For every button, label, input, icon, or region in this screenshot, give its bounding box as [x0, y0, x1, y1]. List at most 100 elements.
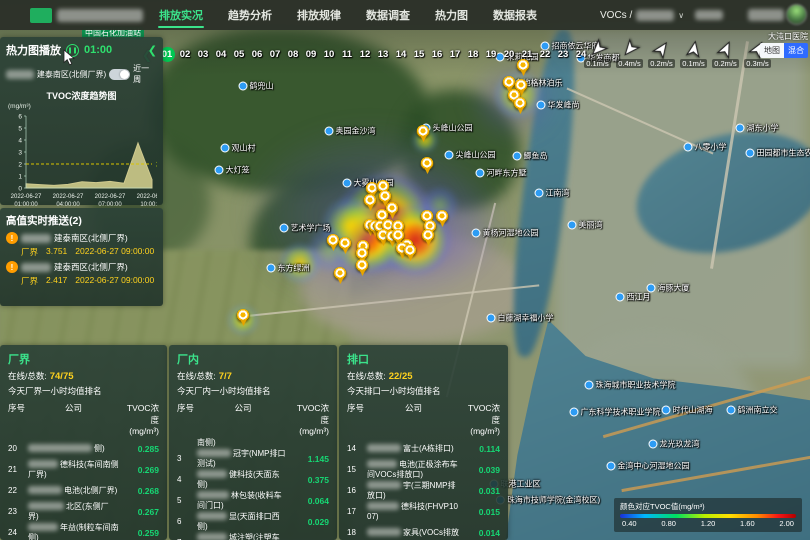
- map-marker[interactable]: [514, 97, 527, 110]
- ranking-panel-title: 排口: [347, 351, 500, 367]
- table-row[interactable]: 23北区(东侧厂界)0.267: [8, 501, 159, 522]
- timeline-hour-15[interactable]: 15: [410, 47, 428, 62]
- alert-item-1[interactable]: !建泰南区(北侧厂界)厂界3.7512022-06-27 09:00:00: [6, 232, 157, 258]
- timeline-hour-09[interactable]: 09: [302, 47, 320, 62]
- timeline-hour-20[interactable]: 20: [500, 47, 518, 62]
- trend-chart-title: TVOC浓度趋势图: [6, 89, 157, 102]
- header-username-redacted: [748, 9, 784, 21]
- avatar[interactable]: [786, 4, 807, 25]
- online-value: 74/75: [50, 371, 74, 382]
- table-row[interactable]: 14富士(A栋排口)0.114: [347, 438, 500, 459]
- timeline-hour-10[interactable]: 10: [320, 47, 338, 62]
- table-row[interactable]: 16宇(三期NMP排放口)0.031: [347, 480, 500, 501]
- timeline-hour-11[interactable]: 11: [338, 47, 356, 62]
- company-redacted: [367, 481, 401, 489]
- table-row[interactable]: 6显(天面排口西侧)0.029: [177, 511, 329, 532]
- table-row[interactable]: 24年益(制粒车间南侧)0.259: [8, 522, 159, 540]
- row-value: 0.015: [462, 507, 500, 517]
- row-no: 4: [177, 475, 197, 485]
- nav-item-4[interactable]: 数据调查: [365, 0, 411, 31]
- company-redacted: [28, 486, 62, 494]
- timeline-hour-18[interactable]: 18: [464, 47, 482, 62]
- table-row[interactable]: 18家具(VOCs排放0.014: [347, 522, 500, 540]
- poi-icon: [662, 406, 671, 415]
- row-value: 0.039: [462, 465, 500, 475]
- map-marker[interactable]: [417, 125, 430, 138]
- table-row[interactable]: 3冠宇(NMP排口测试)1.145: [177, 448, 329, 469]
- map-poi-label: 田园都市生态农庄: [746, 148, 810, 159]
- timeline-hour-21[interactable]: 21: [518, 47, 536, 62]
- timeline-hour-12[interactable]: 12: [356, 47, 374, 62]
- table-row[interactable]: 22电池(北侧厂界)0.268: [8, 480, 159, 501]
- app-logo-text-redacted: [57, 9, 143, 22]
- station-name-redacted: [6, 70, 34, 79]
- alert-item-2[interactable]: !建泰西区(北侧厂界)厂界2.4172022-06-27 09:00:00: [6, 261, 157, 287]
- map-marker[interactable]: [339, 237, 352, 250]
- map-poi-label: 湖东小学: [736, 123, 779, 134]
- map-marker[interactable]: [421, 157, 434, 170]
- table-row[interactable]: 17德科技(FHVP1007)0.015: [347, 501, 500, 522]
- online-label: 在线/总数:: [177, 371, 216, 381]
- nav-item-2[interactable]: 趋势分析: [227, 0, 273, 31]
- ranking-subtitle: 今天厂内一小时均值排名: [177, 385, 329, 397]
- wind-arrow-icon: [714, 37, 738, 61]
- col-header-value-unit: (mg/m³): [121, 426, 159, 436]
- map-marker[interactable]: [436, 210, 449, 223]
- map-marker[interactable]: [327, 234, 340, 247]
- row-company: 城注塑(注塑车间): [197, 533, 291, 540]
- map-marker[interactable]: [422, 229, 435, 242]
- timeline-hour-05[interactable]: 05: [230, 47, 248, 62]
- map-type-toggle: 大沌口医院 地图 混合: [760, 31, 808, 58]
- alert-detail-row: 厂界2.4172022-06-27 09:00:00: [21, 275, 157, 287]
- collapse-panel-icon[interactable]: ❮: [148, 44, 157, 57]
- map-marker[interactable]: [404, 244, 417, 257]
- timeline-hour-08[interactable]: 08: [284, 47, 302, 62]
- table-row[interactable]: 5林包装(收料车间门口)0.064: [177, 490, 329, 511]
- alert-value: 3.751: [46, 246, 67, 258]
- timeline-hour-07[interactable]: 07: [266, 47, 284, 62]
- range-toggle[interactable]: [109, 69, 130, 80]
- row-value: 0.064: [291, 496, 329, 506]
- nav-item-3[interactable]: 排放规律: [296, 0, 342, 31]
- table-row[interactable]: 15电池(正极涂布车间VOCs排放口)0.039: [347, 459, 500, 480]
- timeline-hour-22[interactable]: 22: [536, 47, 554, 62]
- row-value: 0.259: [121, 528, 159, 538]
- map-marker[interactable]: [379, 190, 392, 203]
- poi-text: 湖东小学: [747, 123, 779, 134]
- table-row[interactable]: 4健科技(天面东侧)0.375: [177, 469, 329, 490]
- timeline-hour-06[interactable]: 06: [248, 47, 266, 62]
- online-label: 在线/总数:: [347, 371, 386, 381]
- table-rows: 20侧)0.28521德科技(车间南侧厂界)0.26922电池(北侧厂界)0.2…: [8, 438, 159, 540]
- timeline-hour-04[interactable]: 04: [212, 47, 230, 62]
- map-marker[interactable]: [334, 267, 347, 280]
- table-row[interactable]: 21德科技(车间南侧厂界)0.269: [8, 459, 159, 480]
- timeline-hour-23[interactable]: 23: [554, 47, 572, 62]
- timeline-hour-03[interactable]: 03: [194, 47, 212, 62]
- timeline-hour-17[interactable]: 17: [446, 47, 464, 62]
- table-row[interactable]: 20侧)0.285: [8, 438, 159, 459]
- alerts-list: !建泰南区(北侧厂界)厂界3.7512022-06-27 09:00:00 !建泰…: [6, 232, 157, 287]
- nav-item-5[interactable]: 热力图: [434, 0, 469, 31]
- table-row[interactable]: 7城注塑(注塑车间)0.012: [177, 532, 329, 540]
- map-view-button[interactable]: 地图: [760, 43, 784, 58]
- timeline-hour-19[interactable]: 19: [482, 47, 500, 62]
- hybrid-view-button[interactable]: 混合: [784, 43, 808, 58]
- timeline-hour-14[interactable]: 14: [392, 47, 410, 62]
- vocs-value-redacted: [636, 10, 674, 21]
- timeline-hour-02[interactable]: 02: [176, 47, 194, 62]
- table-header: 序号公司TVOC浓度(mg/m³): [347, 402, 500, 436]
- map-marker[interactable]: [237, 309, 250, 322]
- color-legend: 颜色对应TVOC值(mg/m³) 0.400.801.201.602.00: [614, 498, 802, 532]
- map-marker[interactable]: [364, 194, 377, 207]
- timeline-hour-13[interactable]: 13: [374, 47, 392, 62]
- vocs-selector[interactable]: VOCs / ∨: [600, 0, 684, 30]
- nav-item-6[interactable]: 数据报表: [492, 0, 538, 31]
- poi-text: 珠海城市职业技术学院: [596, 380, 676, 391]
- row-no: 24: [8, 528, 28, 538]
- row-company: 德科技(车间南侧厂界): [28, 460, 121, 480]
- timeline-hour-16[interactable]: 16: [428, 47, 446, 62]
- map-marker[interactable]: [356, 259, 369, 272]
- map-marker[interactable]: [503, 76, 516, 89]
- nav-item-1[interactable]: 排放实况: [158, 0, 204, 31]
- wind-speed-label: 0.1m/s: [680, 59, 707, 68]
